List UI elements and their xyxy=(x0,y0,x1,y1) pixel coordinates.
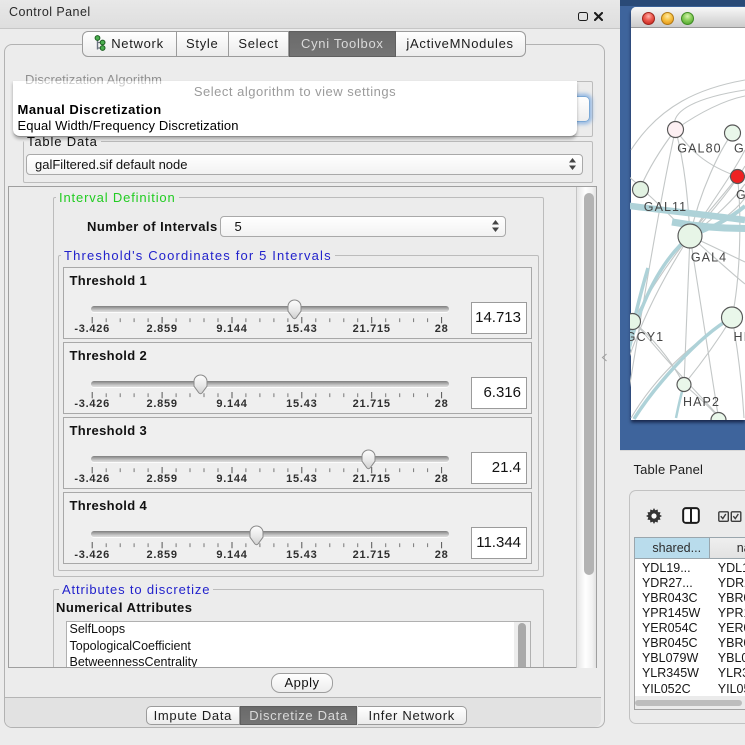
svg-text:G: G xyxy=(736,188,745,202)
svg-text:HIS7: HIS7 xyxy=(734,330,745,344)
svg-text:GAL80: GAL80 xyxy=(677,142,721,156)
svg-text:HAP2: HAP2 xyxy=(683,395,720,409)
svg-text:GAL4: GAL4 xyxy=(691,251,727,265)
svg-text:GCY1: GCY1 xyxy=(630,330,664,344)
svg-text:GAL11: GAL11 xyxy=(644,200,688,214)
svg-text:GAL3: GAL3 xyxy=(734,142,745,156)
